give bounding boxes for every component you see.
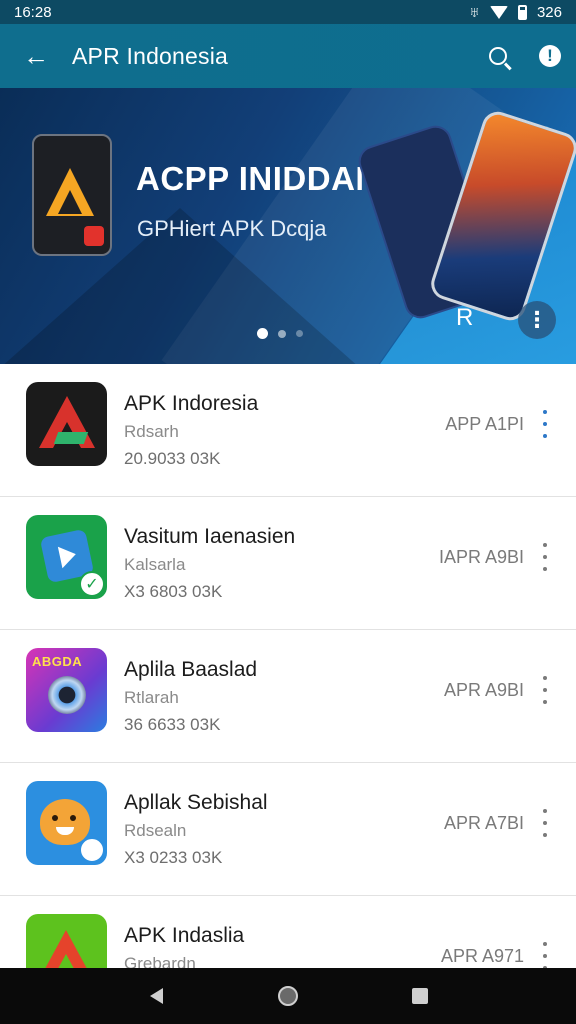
banner-subtitle: GPHiert APK Dcqja: [137, 216, 327, 241]
nav-home-icon: [278, 986, 298, 1006]
app-name: Vasitum Iaenasien: [124, 525, 296, 548]
app-list: APK Indoresia Rdsarh 20.9033 03K APP A1P…: [0, 364, 576, 1024]
app-icon: ABGDA: [26, 648, 107, 732]
app-name: APK Indoresia: [124, 392, 259, 415]
status-time: 16:28: [14, 3, 52, 21]
app-name: APK Indaslia: [124, 924, 245, 947]
banner-phone-illustration: [32, 134, 112, 256]
camera-lens-icon: [48, 676, 86, 714]
alert-icon: !: [539, 45, 561, 67]
system-nav-bar: [0, 968, 576, 1024]
more-vert-icon[interactable]: [536, 809, 554, 837]
vibrate-icon: ♅: [468, 3, 480, 21]
badge-icon: [79, 837, 105, 863]
search-button[interactable]: [472, 47, 524, 65]
banner-r-icon[interactable]: R: [456, 304, 473, 332]
alert-button[interactable]: !: [524, 45, 576, 67]
nav-recents-button[interactable]: [400, 976, 440, 1016]
app-size: X3 6803 03K: [124, 582, 223, 601]
app-icon: [26, 781, 107, 865]
banner-app-logo-cutout: [58, 190, 82, 214]
app-name: Aplila Baaslad: [124, 658, 258, 681]
app-developer: Kalsarla: [124, 555, 186, 574]
battery-icon: [517, 4, 527, 20]
page-dot[interactable]: [278, 329, 286, 338]
more-vert-icon[interactable]: [536, 543, 554, 571]
app-tag: APR A7BI: [443, 813, 524, 833]
app-tag: APR A971: [440, 946, 524, 966]
status-icons: ♅ 326: [469, 4, 562, 21]
status-battery-text: 326: [536, 3, 562, 21]
mascot-face-icon: [40, 799, 90, 845]
more-vert-icon[interactable]: [536, 410, 554, 438]
nav-recents-icon: [412, 988, 428, 1004]
list-item[interactable]: ✓ Vasitum Iaenasien Kalsarla X3 6803 03K…: [0, 497, 576, 630]
page-dot[interactable]: [296, 330, 303, 337]
banner-more-icon[interactable]: ⋮: [518, 301, 556, 339]
banner-app-badge: [84, 226, 104, 246]
page-dot-active[interactable]: [257, 328, 268, 339]
nav-home-button[interactable]: [268, 976, 308, 1016]
status-bar: 16:28 ♅ 326: [0, 0, 576, 24]
featured-banner[interactable]: ACPP INIDDANBIA GPHiert APK Dcqja R ⋮: [0, 88, 576, 364]
search-icon: [489, 47, 507, 65]
back-arrow-icon[interactable]: ←: [0, 41, 72, 72]
page-title: APR Indonesia: [72, 42, 229, 69]
app-bar: ← APR Indonesia !: [0, 24, 576, 88]
app-developer: Rtlarah: [124, 688, 179, 707]
app-tag: IAPR A9BI: [438, 547, 524, 567]
banner-page-indicator: [257, 328, 303, 339]
more-vert-icon[interactable]: [536, 942, 554, 970]
app-name: Apllak Sebishal: [124, 791, 268, 814]
nav-back-icon: [149, 988, 163, 1004]
app-developer: Rdsarh: [124, 422, 179, 441]
app-developer: Rdsealn: [124, 821, 187, 840]
app-icon-text: ABGDA: [32, 654, 83, 669]
app-tag: APR A9BI: [443, 680, 524, 700]
app-tag: APP A1PI: [445, 414, 524, 434]
app-size: X3 0233 03K: [124, 848, 223, 867]
nav-back-button[interactable]: [136, 976, 176, 1016]
list-item[interactable]: Apllak Sebishal Rdsealn X3 0233 03K APR …: [0, 763, 576, 896]
list-item[interactable]: APK Indoresia Rdsarh 20.9033 03K APP A1P…: [0, 364, 576, 497]
wifi-icon: [489, 5, 508, 19]
app-icon-shape: [53, 432, 89, 444]
more-vert-icon[interactable]: [536, 676, 554, 704]
app-size: 20.9033 03K: [124, 449, 221, 468]
app-size: 36 6633 03K: [124, 715, 221, 734]
check-badge-icon: ✓: [79, 571, 105, 597]
app-icon: [26, 382, 107, 466]
list-item[interactable]: ABGDA Aplila Baaslad Rtlarah 36 6633 03K…: [0, 630, 576, 763]
app-icon: ✓: [26, 515, 107, 599]
